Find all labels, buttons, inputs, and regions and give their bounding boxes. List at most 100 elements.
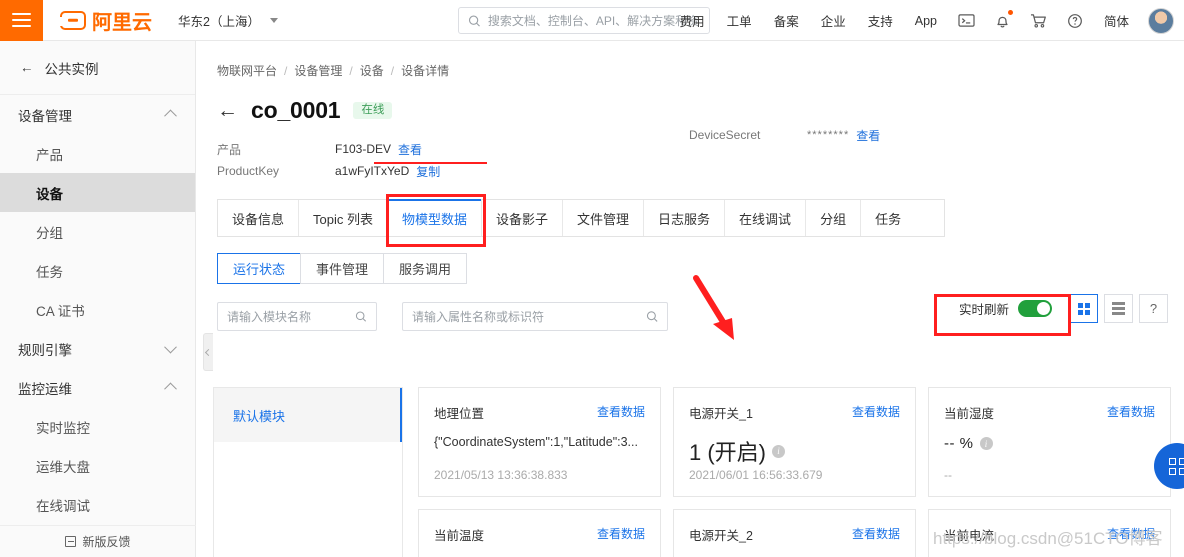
tab-device-shadow[interactable]: 设备影子	[482, 200, 564, 236]
property-card[interactable]: 当前湿度 查看数据 -- % i --	[928, 387, 1171, 497]
meta-value-devicesecret: ********	[807, 129, 850, 141]
topnav-item-icp[interactable]: 备案	[763, 0, 810, 41]
breadcrumb-item-devices[interactable]: 设备	[360, 62, 384, 79]
realtime-refresh-toggle[interactable]	[1018, 300, 1052, 317]
app-root: 阿里云 华东2（上海） 费用 工单 备案 企业 支持 App	[0, 0, 1184, 557]
topnav-item-enterprise[interactable]: 企业	[810, 0, 857, 41]
grid-apps-icon	[1168, 457, 1184, 475]
device-tabs: 设备信息 Topic 列表 物模型数据 设备影子 文件管理 日志服务 在线调试 …	[217, 199, 945, 237]
language-selector[interactable]: 简体	[1093, 0, 1140, 41]
tab-tasks[interactable]: 任务	[861, 200, 915, 236]
back-arrow-icon[interactable]: ←	[217, 100, 238, 121]
chevron-down-icon	[269, 17, 278, 23]
topnav-item-fees[interactable]: 费用	[669, 0, 716, 41]
module-item-default[interactable]: 默认模块	[214, 388, 402, 442]
sidebar-item-realtime-monitor[interactable]: 实时监控	[0, 407, 195, 446]
meta-label-productkey: ProductKey	[217, 164, 280, 178]
sidebar-instance-back[interactable]: ← 公共实例	[0, 41, 195, 95]
region-selector[interactable]: 华东2（上海）	[178, 11, 278, 30]
sidebar-item-devices[interactable]: 设备	[0, 173, 195, 212]
list-view-button[interactable]	[1104, 294, 1133, 323]
view-data-link[interactable]: 查看数据	[1107, 403, 1155, 420]
grid-view-button[interactable]	[1069, 294, 1098, 323]
region-label: 华东2（上海）	[178, 14, 260, 29]
tab-groups[interactable]: 分组	[806, 200, 862, 236]
breadcrumb-separator: /	[284, 63, 288, 78]
breadcrumb-item-device-mgmt[interactable]: 设备管理	[294, 62, 342, 79]
attribute-search-field[interactable]	[402, 302, 668, 331]
module-panel: 默认模块	[203, 333, 403, 557]
sidebar-item-tasks[interactable]: 任务	[0, 251, 195, 290]
subtab-running-status[interactable]: 运行状态	[217, 253, 301, 284]
help-button[interactable]: ?	[1139, 294, 1168, 323]
view-data-link[interactable]: 查看数据	[852, 403, 900, 420]
tab-thing-model-data[interactable]: 物模型数据	[387, 199, 482, 236]
view-data-link[interactable]: 查看数据	[852, 525, 900, 542]
notifications-bell-icon[interactable]	[985, 0, 1020, 41]
avatar[interactable]	[1148, 7, 1174, 34]
property-value: {"CoordinateSystem":1,"Latitude":3...	[434, 435, 638, 449]
property-timestamp: 2021/05/13 13:36:38.833	[434, 468, 568, 482]
chevron-up-icon	[164, 382, 177, 396]
annotation-underline-productkey	[374, 162, 487, 164]
tab-online-debug[interactable]: 在线调试	[725, 200, 807, 236]
sidebar-item-online-debug[interactable]: 在线调试	[0, 485, 195, 524]
sidebar-item-ca-cert[interactable]: CA 证书	[0, 290, 195, 329]
property-card[interactable]: 当前温度 查看数据 -- ℃ i	[418, 509, 661, 557]
tab-device-info[interactable]: 设备信息	[218, 200, 300, 236]
sidebar-group-label: 监控运维	[18, 381, 72, 397]
productkey-copy-link[interactable]: 复制	[416, 163, 440, 180]
property-card[interactable]: 地理位置 查看数据 {"CoordinateSystem":1,"Latitud…	[418, 387, 661, 497]
sidebar-group-monitoring[interactable]: 监控运维	[0, 368, 195, 407]
subtab-service-invocation[interactable]: 服务调用	[383, 253, 468, 284]
breadcrumb-item-platform[interactable]: 物联网平台	[217, 62, 277, 79]
subtab-event-management[interactable]: 事件管理	[300, 253, 384, 284]
panel-collapse-handle[interactable]	[203, 333, 213, 371]
product-view-link[interactable]: 查看	[398, 141, 422, 158]
breadcrumb-separator: /	[349, 63, 353, 78]
topnav-item-app[interactable]: App	[904, 0, 948, 41]
view-data-link[interactable]: 查看数据	[597, 403, 645, 420]
top-nav: 费用 工单 备案 企业 支持 App 简体	[669, 0, 1174, 41]
brand-label: 阿里云	[92, 11, 152, 34]
cloudshell-icon[interactable]	[948, 0, 985, 41]
top-bar: 阿里云 华东2（上海） 费用 工单 备案 企业 支持 App	[0, 0, 1184, 41]
main-content: 物联网平台 / 设备管理 / 设备 / 设备详情 ← co_0001 在线 产品…	[196, 41, 1184, 557]
info-icon[interactable]: i	[979, 437, 993, 450]
property-card[interactable]: 当前电流 查看数据 -- A i	[928, 509, 1171, 557]
info-icon[interactable]: i	[772, 444, 786, 458]
sidebar-item-groups[interactable]: 分组	[0, 212, 195, 251]
sidebar-group-rule-engine[interactable]: 规则引擎	[0, 329, 195, 368]
sidebar-feedback-button[interactable]: 新版反馈	[0, 525, 196, 557]
cart-icon[interactable]	[1020, 0, 1057, 41]
thing-model-content: 默认模块 地理位置 查看数据 {"CoordinateSystem":1,"La…	[203, 333, 1184, 557]
search-icon	[468, 15, 480, 27]
menu-hamburger-icon[interactable]	[0, 0, 43, 41]
property-timestamp: --	[944, 468, 952, 482]
aliyun-logo[interactable]: 阿里云	[59, 6, 152, 35]
topnav-item-tickets[interactable]: 工单	[716, 0, 763, 41]
grid-view-icon	[1077, 302, 1090, 315]
attribute-search-input[interactable]	[412, 309, 646, 324]
sidebar-item-products[interactable]: 产品	[0, 134, 195, 173]
chevron-left-icon	[204, 348, 213, 356]
help-circle-icon[interactable]	[1057, 0, 1093, 41]
property-card[interactable]: 电源开关_1 查看数据 1 (开启) i 2021/06/01 16:56:33…	[673, 387, 916, 497]
view-data-link[interactable]: 查看数据	[597, 525, 645, 542]
notification-badge	[1007, 10, 1013, 15]
module-search-input[interactable]	[227, 309, 356, 324]
view-data-link[interactable]: 查看数据	[1107, 525, 1155, 542]
meta-row-devicesecret: DeviceSecret ******** 查看	[689, 124, 880, 146]
module-search-field[interactable]	[217, 302, 377, 331]
sidebar-group-device-mgmt[interactable]: 设备管理	[0, 95, 195, 134]
property-card[interactable]: 电源开关_2 查看数据 i	[673, 509, 916, 557]
devicesecret-view-link[interactable]: 查看	[856, 127, 880, 144]
tab-file-management[interactable]: 文件管理	[563, 200, 645, 236]
sidebar-item-ops-dashboard[interactable]: 运维大盘	[0, 446, 195, 485]
property-name: 当前温度	[434, 529, 485, 543]
topnav-item-support[interactable]: 支持	[857, 0, 904, 41]
meta-value-productkey: a1wFyITxYeD	[335, 164, 410, 178]
property-name: 当前电流	[944, 529, 995, 543]
tab-topic-list[interactable]: Topic 列表	[299, 200, 388, 236]
tab-log-service[interactable]: 日志服务	[644, 200, 726, 236]
